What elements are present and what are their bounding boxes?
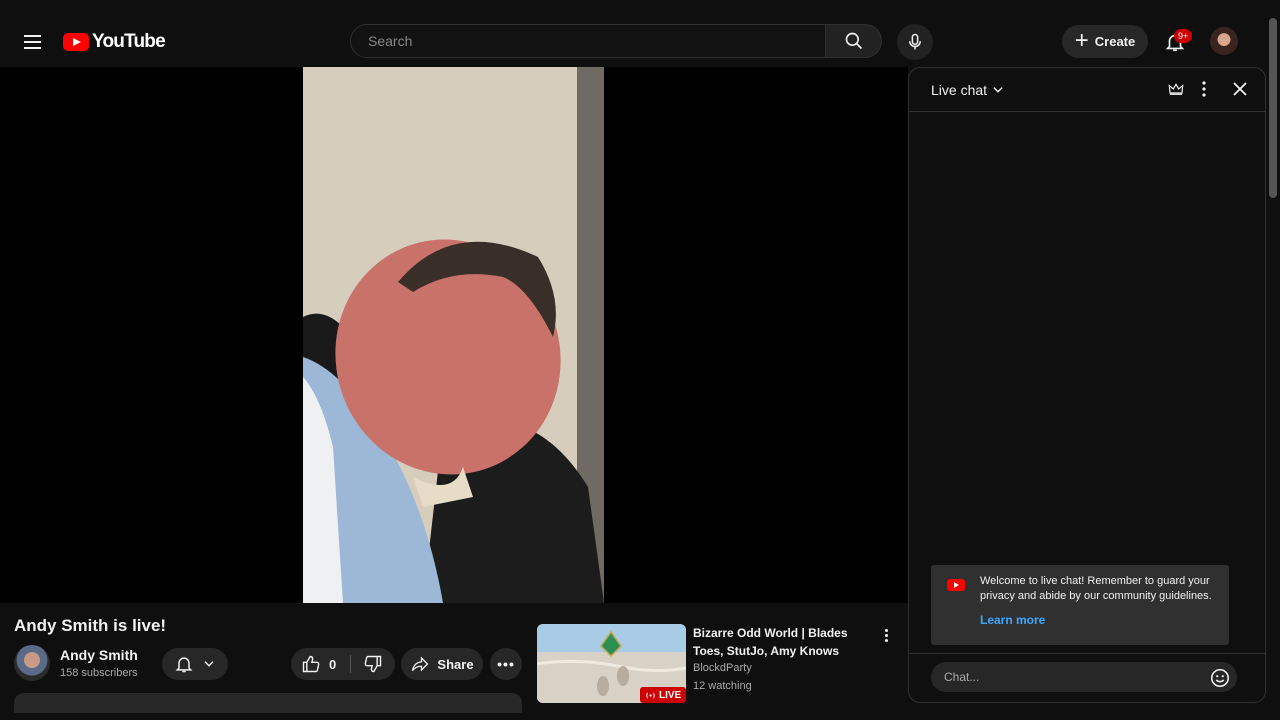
more-vertical-icon [884, 628, 888, 632]
chat-mode-selector[interactable]: Live chat [931, 82, 1005, 98]
channel-name[interactable]: Andy Smith [60, 647, 138, 663]
share-icon [412, 656, 429, 672]
chat-title: Live chat [931, 82, 988, 98]
dislike-button[interactable] [350, 648, 395, 680]
chat-input[interactable] [942, 669, 1206, 685]
recommendation-title[interactable]: Bizarre Odd World | Blades Toes, StutJo,… [693, 624, 863, 660]
video-player[interactable] [0, 67, 908, 603]
thumbs-down-icon [364, 655, 381, 673]
more-horizontal-icon: ••• [497, 656, 515, 672]
video-title: Andy Smith is live! [14, 616, 167, 635]
subscriber-count: 158 subscribers [60, 667, 138, 679]
chat-header: Live chat [909, 68, 1265, 112]
learn-more-link[interactable]: Learn more [980, 613, 1045, 627]
page-scrollbar-thumb[interactable] [1269, 18, 1277, 198]
hamburger-icon [24, 35, 41, 37]
channel-avatar[interactable] [14, 645, 50, 681]
chat-divider [909, 653, 1265, 654]
live-label: LIVE [659, 689, 682, 701]
search-icon [845, 32, 862, 50]
description-box[interactable] [14, 693, 522, 713]
live-broadcast-icon [646, 692, 655, 698]
youtube-logo-icon [63, 33, 89, 51]
subscription-bell-button[interactable] [162, 648, 228, 680]
logo-text: YouTube [92, 31, 166, 52]
youtube-logo[interactable]: YouTube [63, 31, 166, 53]
share-button[interactable]: Share [401, 648, 483, 680]
smiley-icon [1210, 668, 1230, 688]
microphone-icon [909, 33, 921, 50]
chat-close-button[interactable] [1230, 79, 1250, 99]
hamburger-icon-line [24, 47, 41, 49]
recommendation-menu-button[interactable] [878, 626, 894, 644]
more-actions-button[interactable]: ••• [490, 648, 522, 680]
video-thumbnail-image [303, 67, 604, 603]
like-button[interactable]: 0 [291, 648, 346, 680]
chevron-down-icon [204, 661, 214, 667]
share-label: Share [437, 656, 474, 672]
live-badge: LIVE [640, 687, 687, 703]
create-label: Create [1094, 34, 1136, 49]
search-input[interactable] [366, 32, 825, 50]
thumbs-up-icon [302, 655, 320, 673]
more-vertical-icon [1202, 81, 1206, 97]
close-icon [1233, 82, 1247, 96]
crown-icon [1168, 83, 1184, 95]
search-input-container[interactable] [350, 24, 826, 58]
recommendation-channel[interactable]: BlockdParty [693, 662, 752, 674]
account-avatar[interactable] [1210, 27, 1238, 55]
chevron-down-icon [993, 87, 1003, 93]
live-chat-panel: Live chat Welcome to live chat! Remember… [908, 67, 1266, 703]
chat-welcome-message: Welcome to live chat! Remember to guard … [931, 565, 1229, 645]
chat-options-button[interactable] [1194, 79, 1214, 99]
notification-badge: 9+ [1174, 29, 1193, 43]
voice-search-button[interactable] [897, 24, 933, 60]
like-dislike-group: 0 [291, 648, 395, 680]
create-button[interactable]: + Create [1062, 25, 1148, 58]
chat-input-container[interactable] [931, 662, 1237, 692]
dot [884, 638, 888, 642]
chat-crown-button[interactable] [1166, 79, 1186, 99]
video-frame [303, 67, 604, 603]
search-button[interactable] [826, 24, 882, 58]
bell-icon [175, 657, 193, 673]
welcome-text: Welcome to live chat! Remember to guard … [980, 575, 1212, 602]
menu-button[interactable] [18, 28, 46, 56]
plus-icon: + [1074, 26, 1089, 54]
recommendation-viewers: 12 watching [693, 680, 752, 692]
dot [884, 633, 888, 637]
hamburger-icon-line [24, 41, 41, 43]
emoji-button[interactable] [1209, 667, 1231, 689]
youtube-logo-icon [947, 579, 965, 591]
top-header: YouTube + Create 9+ [0, 0, 1280, 66]
like-count: 0 [329, 656, 337, 672]
